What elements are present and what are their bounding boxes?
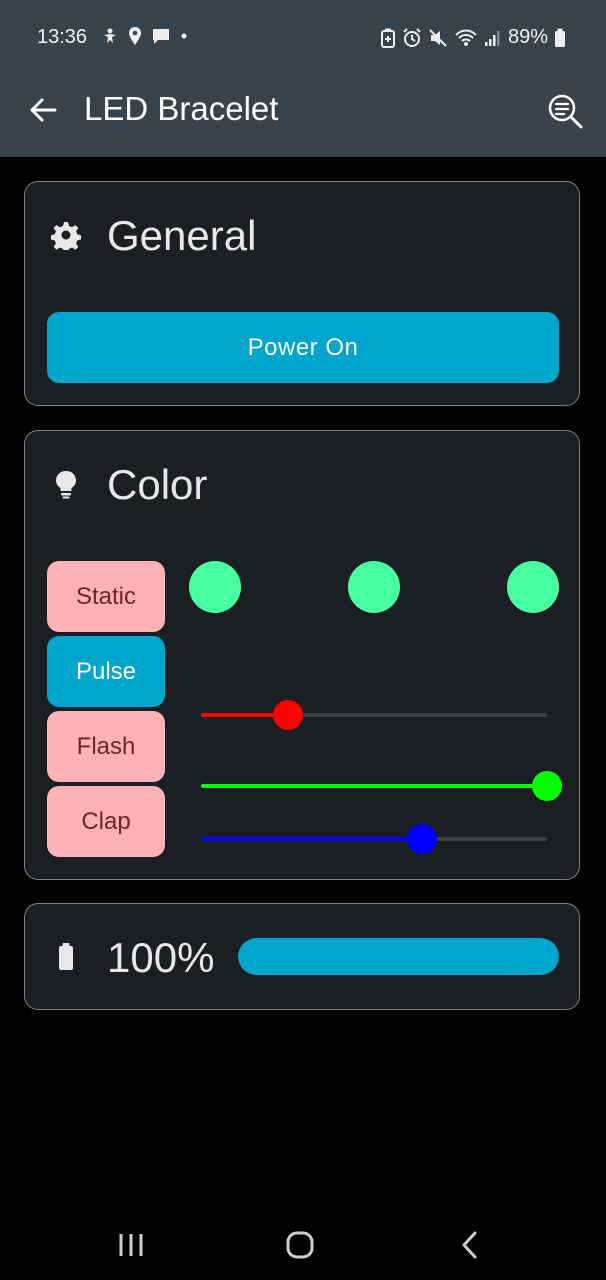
page-title: LED Bracelet	[84, 90, 279, 127]
color-title: Color	[107, 461, 208, 508]
location-icon	[129, 27, 141, 45]
blue-slider[interactable]	[201, 824, 547, 854]
lightbulb-icon	[56, 471, 76, 499]
mode-clap-button[interactable]: Clap	[47, 786, 165, 857]
green-slider-thumb[interactable]	[532, 771, 562, 801]
battery-icon	[555, 28, 565, 47]
green-slider-fill	[201, 784, 547, 788]
power-on-button[interactable]: Power On	[47, 312, 559, 383]
battery-card: 100%	[24, 903, 580, 1010]
signal-icon	[484, 30, 500, 46]
color-swatch-1[interactable]	[189, 561, 241, 613]
home-icon[interactable]	[283, 1228, 317, 1262]
mode-pulse-button[interactable]: Pulse	[47, 636, 165, 707]
status-battery-text: 89%	[507, 26, 548, 48]
app-bar: 13:36 89% LED Bracelet	[0, 0, 606, 157]
battery-level-icon	[59, 943, 73, 970]
status-bar: 13:36 89%	[0, 22, 606, 56]
mute-icon	[429, 28, 447, 47]
battery-saver-icon	[380, 28, 395, 48]
green-slider[interactable]	[201, 771, 562, 801]
color-swatch-2[interactable]	[348, 561, 400, 613]
mode-static-button[interactable]: Static	[47, 561, 165, 632]
general-title: General	[107, 212, 257, 259]
red-slider[interactable]	[201, 700, 547, 730]
wifi-icon	[455, 29, 477, 46]
battery-level-fill	[238, 938, 559, 975]
mode-flash-button[interactable]: Flash	[47, 711, 165, 782]
message-icon	[153, 29, 169, 44]
color-card: Color Static Pulse Flash Clap	[24, 430, 580, 880]
alarm-icon	[403, 27, 421, 47]
back-arrow-icon[interactable]	[27, 94, 59, 126]
dot-icon	[181, 33, 187, 39]
nav-back-icon[interactable]	[453, 1228, 487, 1262]
battery-level-bar	[238, 938, 559, 975]
blue-slider-thumb[interactable]	[407, 824, 437, 854]
system-nav-bar	[0, 1210, 606, 1280]
accessibility-icon	[104, 28, 116, 43]
battery-level-text: 100%	[107, 934, 215, 981]
general-card: General Power On	[24, 181, 580, 406]
gear-icon	[51, 222, 81, 250]
status-time: 13:36	[37, 26, 88, 48]
recent-apps-icon[interactable]	[114, 1228, 148, 1262]
search-list-icon[interactable]	[546, 92, 584, 130]
red-slider-thumb[interactable]	[273, 700, 303, 730]
color-swatch-3[interactable]	[507, 561, 559, 613]
blue-slider-fill	[201, 837, 422, 841]
